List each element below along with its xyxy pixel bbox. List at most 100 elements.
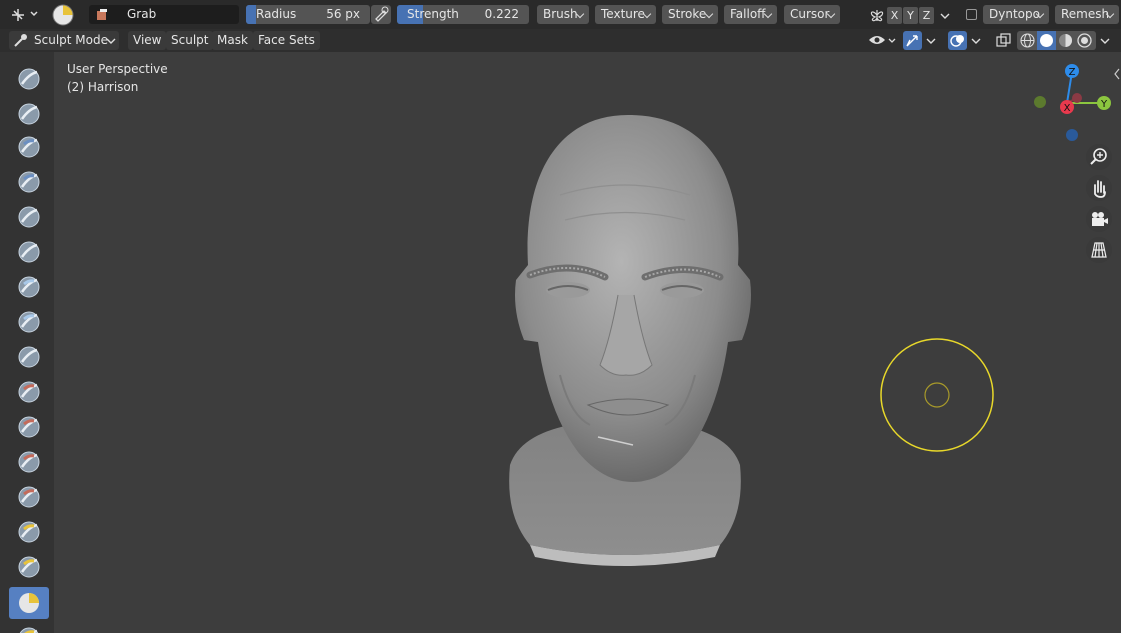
- tool-grab-button[interactable]: [9, 587, 49, 619]
- tool-draw-sharp-button[interactable]: [9, 98, 49, 130]
- symmetry-button[interactable]: [868, 6, 886, 24]
- sculpted-head-model: [509, 115, 751, 566]
- radius-value: 56 px: [326, 7, 360, 21]
- rendered-shading-icon[interactable]: [1076, 32, 1093, 49]
- draw-sharp-brush-icon: [18, 103, 40, 125]
- multiplane-scrape-brush-icon: [18, 521, 40, 543]
- tool-multiplane-scrape-button[interactable]: [9, 516, 49, 548]
- dyntopo-menu[interactable]: Dyntopo: [983, 5, 1049, 24]
- tool-inflate-button[interactable]: [9, 271, 49, 303]
- brush-name-field[interactable]: Grab: [89, 5, 239, 24]
- strength-field[interactable]: Strength 0.222: [397, 5, 529, 24]
- crease-brush-icon: [18, 346, 40, 368]
- gizmo-dropdown[interactable]: [923, 31, 939, 50]
- gizmo-y-label: Y: [1100, 99, 1108, 110]
- chevron-down-icon: [926, 38, 936, 44]
- gizmo-toggle-button[interactable]: [903, 31, 922, 50]
- tool-draw-button[interactable]: [9, 63, 49, 95]
- chevron-down-icon: [1100, 38, 1110, 44]
- shading-buttons: [1017, 31, 1096, 50]
- clay-strips-brush-icon: [18, 171, 40, 193]
- brush-thumbnail-icon: [97, 9, 107, 20]
- falloff-menu[interactable]: Falloff: [724, 5, 777, 24]
- mask-menu[interactable]: Mask: [212, 31, 253, 50]
- sidebar-toggle-arrow[interactable]: [1113, 67, 1121, 81]
- camera-icon: [1092, 212, 1108, 226]
- tool-clay-strips-button[interactable]: [9, 166, 49, 198]
- symmetry-x-toggle[interactable]: X: [887, 7, 902, 24]
- wireframe-shading-icon[interactable]: [1019, 32, 1036, 49]
- draw-brush-icon: [18, 68, 40, 90]
- perspective-toggle-button[interactable]: [1086, 237, 1112, 263]
- camera-view-button[interactable]: [1086, 206, 1112, 232]
- symmetry-y-toggle[interactable]: Y: [903, 7, 918, 24]
- remesh-menu[interactable]: Remesh: [1055, 5, 1119, 24]
- object-label: (2) Harrison: [67, 80, 139, 94]
- radius-label: Radius: [256, 7, 297, 21]
- strength-label: Strength: [407, 7, 459, 21]
- flatten-brush-icon: [18, 416, 40, 438]
- clay-thumb-brush-icon: [18, 206, 40, 228]
- brush-menu[interactable]: Brush: [537, 5, 589, 24]
- radius-field[interactable]: Radius 56 px: [246, 5, 370, 24]
- radius-pressure-button[interactable]: [371, 5, 391, 24]
- symmetry-z-toggle[interactable]: Z: [919, 7, 934, 24]
- butterfly-icon: [870, 10, 884, 22]
- view-menu[interactable]: View: [128, 31, 167, 50]
- tool-scrape-button[interactable]: [9, 481, 49, 513]
- sculpt-menu[interactable]: Sculpt: [166, 31, 214, 50]
- overlays-dropdown[interactable]: [968, 31, 984, 50]
- chevron-down-icon: [971, 38, 981, 44]
- visibility-button[interactable]: [866, 31, 898, 50]
- texture-menu[interactable]: Texture: [595, 5, 656, 24]
- mode-selector[interactable]: Sculpt Mode: [9, 31, 119, 50]
- tool-fill-button[interactable]: [9, 446, 49, 478]
- perspective-label: User Perspective: [67, 62, 168, 76]
- tool-clay-thumb-button[interactable]: [9, 201, 49, 233]
- tool-clay-button[interactable]: [9, 131, 49, 163]
- snake-hook-brush-icon: [19, 627, 39, 633]
- brush-preview-icon[interactable]: [51, 4, 75, 26]
- hand-icon: [1094, 180, 1106, 198]
- tool-flatten-button[interactable]: [9, 411, 49, 443]
- chevron-down-icon: [106, 38, 116, 44]
- blob-brush-icon: [18, 311, 40, 333]
- dyntopo-checkbox[interactable]: [966, 9, 977, 20]
- tool-pinch-button[interactable]: [9, 551, 49, 583]
- navigation-gizmo[interactable]: Z Y X: [1030, 62, 1116, 144]
- tool-blob-button[interactable]: [9, 306, 49, 338]
- tool-layer-button[interactable]: [9, 236, 49, 268]
- layer-brush-icon: [18, 241, 40, 263]
- solid-shading-icon[interactable]: [1038, 32, 1055, 49]
- shading-dropdown[interactable]: [1097, 31, 1113, 50]
- eye-icon: [869, 36, 896, 44]
- inflate-brush-icon: [18, 276, 40, 298]
- brush-cursor: [880, 338, 994, 452]
- tool-snake-hook-button[interactable]: [9, 622, 49, 633]
- tool-crease-button[interactable]: [9, 341, 49, 373]
- tool-settings-bar: Grab Radius 56 px Strength 0.222 Brush T…: [0, 0, 1121, 29]
- gizmo-z-label: Z: [1069, 67, 1076, 78]
- zoom-button[interactable]: [1086, 144, 1112, 170]
- stroke-menu[interactable]: Stroke: [662, 5, 718, 24]
- gizmo-x-label: X: [1064, 103, 1071, 114]
- sculpt-brush-icon: [14, 34, 27, 47]
- material-shading-icon[interactable]: [1057, 32, 1074, 49]
- overlays-icon: [950, 35, 964, 47]
- pen-pressure-icon: [375, 6, 389, 22]
- xray-icon: [996, 33, 1011, 47]
- brush-name: Grab: [127, 7, 157, 21]
- clay-brush-icon: [18, 136, 40, 158]
- symmetry-dropdown[interactable]: [937, 7, 953, 24]
- pan-button[interactable]: [1086, 175, 1112, 201]
- tool-smooth-button[interactable]: [9, 376, 49, 408]
- overlays-toggle-button[interactable]: [948, 31, 967, 50]
- pinch-brush-icon: [18, 556, 40, 578]
- smooth-brush-icon: [18, 381, 40, 403]
- tool-selector-button[interactable]: [8, 5, 38, 24]
- xray-toggle-button[interactable]: [994, 31, 1013, 50]
- face-sets-menu[interactable]: Face Sets: [253, 31, 320, 50]
- cursor-menu[interactable]: Cursor: [784, 5, 840, 24]
- grab-brush-icon: [19, 593, 39, 613]
- mode-label: Sculpt Mode: [34, 33, 108, 47]
